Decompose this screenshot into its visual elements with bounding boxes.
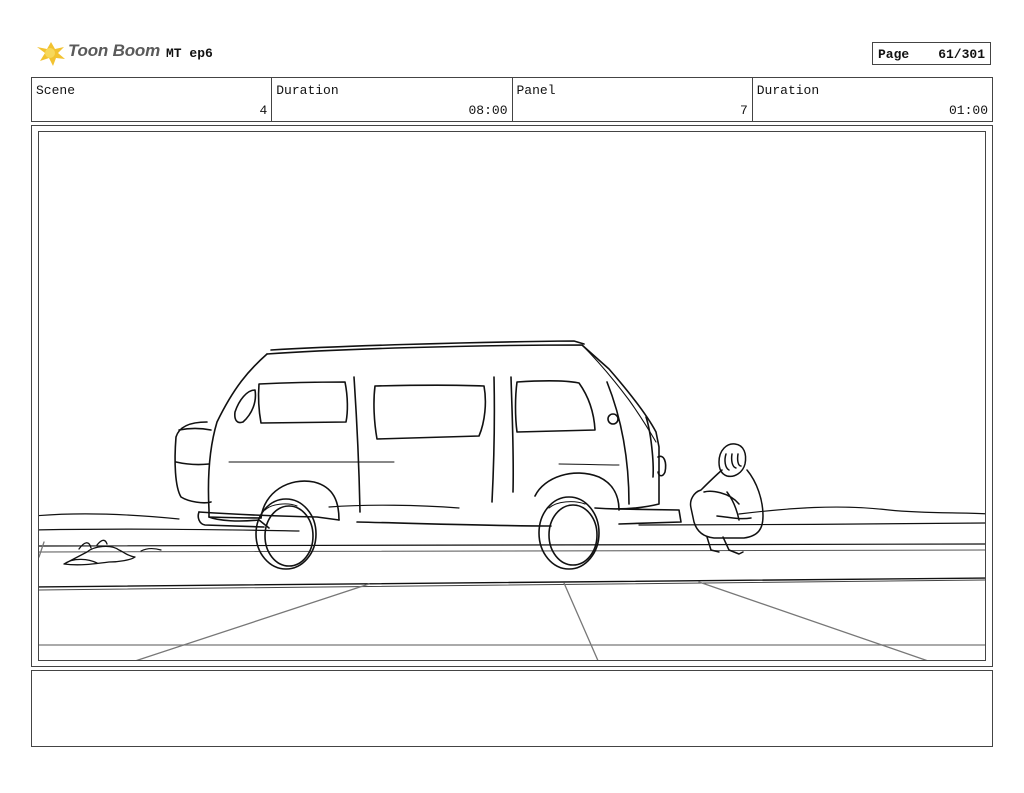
panel-label: Panel <box>516 83 556 98</box>
page-value: 61/301 <box>938 47 985 62</box>
panel-value: 7 <box>739 103 748 118</box>
scene-duration-label: Duration <box>276 83 339 98</box>
storyboard-drawing <box>38 131 986 661</box>
scene-duration-value: 08:00 <box>468 103 508 118</box>
panel-info-row: Scene 4 Duration 08:00 Panel 7 Duration … <box>31 77 993 122</box>
panel-cell: Panel 7 <box>513 78 753 121</box>
sketch-van-scene <box>39 340 985 660</box>
scene-value: 4 <box>259 103 268 118</box>
logo-text: Toon Boom <box>68 41 160 60</box>
panel-duration-cell: Duration 01:00 <box>753 78 992 121</box>
scene-label: Scene <box>36 83 76 98</box>
scene-duration-cell: Duration 08:00 <box>272 78 513 121</box>
project-title: MT ep6 <box>166 46 213 61</box>
panel-notes <box>31 670 993 747</box>
page-counter: Page 61/301 <box>872 42 991 65</box>
panel-duration-label: Duration <box>756 83 820 98</box>
toon-boom-logo: Toon Boom <box>34 38 166 68</box>
scene-cell: Scene 4 <box>32 78 273 121</box>
page-label: Page <box>878 47 910 62</box>
panel-duration-value: 01:00 <box>948 103 988 118</box>
logo-burst-icon <box>37 42 65 66</box>
